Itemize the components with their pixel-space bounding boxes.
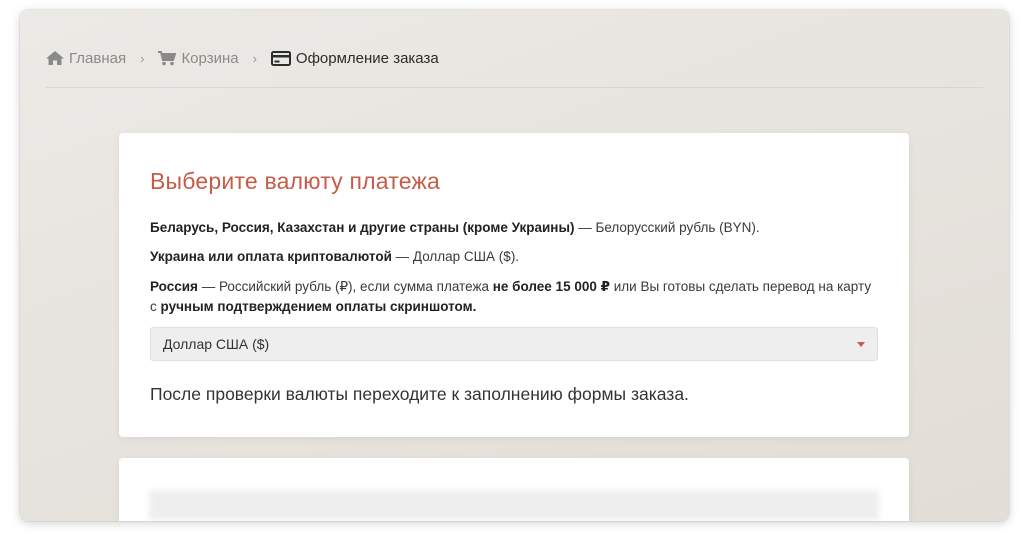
breadcrumb-cart-label: Корзина <box>181 49 239 67</box>
next-step-note: После проверки валюты переходите к запол… <box>150 384 689 404</box>
currency-text: — Доллар США ($). <box>391 249 520 264</box>
manual-confirmation: ручным подтверждением оплаты скриншотом. <box>160 299 477 314</box>
blurred-form-field <box>149 490 879 520</box>
currency-info-rub: Россия — Российский рубль (₽), если сумм… <box>150 277 881 317</box>
breadcrumb-checkout: Оформление заказа <box>270 49 439 67</box>
breadcrumb-home-label: Главная <box>69 49 127 67</box>
chevron-down-icon <box>857 341 865 347</box>
amount-limit: не более 15 000 ₽ <box>492 279 610 294</box>
currency-select[interactable]: Доллар США ($) <box>150 327 878 361</box>
region-label: Россия <box>150 279 198 294</box>
breadcrumb-cart-link[interactable]: Корзина <box>158 49 239 67</box>
currency-select-value: Доллар США ($) <box>163 336 270 352</box>
currency-text: — Российский рубль (₽), если сумма плате… <box>197 279 493 294</box>
region-label: Беларусь, Россия, Казахстан и другие стр… <box>150 220 575 235</box>
breadcrumb-checkout-label: Оформление заказа <box>295 49 439 67</box>
breadcrumb-separator: › <box>140 50 145 66</box>
currency-selection-card: Выберите валюту платежа Беларусь, Россия… <box>119 133 909 437</box>
browser-window: Главная › Корзина › Оформление заказа Вы… <box>20 10 1009 521</box>
order-form-card <box>119 458 909 521</box>
currency-info-byn: Беларусь, Россия, Казахстан и другие стр… <box>150 218 881 238</box>
credit-card-icon <box>270 50 291 66</box>
cart-icon <box>158 50 177 66</box>
card-title: Выберите валюту платежа <box>150 168 441 194</box>
breadcrumb-separator: › <box>252 50 257 66</box>
currency-text: — Белорусский рубль (BYN). <box>574 220 760 235</box>
currency-info-usd: Украина или оплата криптовалютой — Долла… <box>150 247 881 267</box>
breadcrumb: Главная › Корзина › Оформление заказа <box>46 46 439 70</box>
header-divider <box>46 87 983 88</box>
breadcrumb-home-link[interactable]: Главная <box>46 50 126 67</box>
region-label: Украина или оплата криптовалютой <box>150 249 392 264</box>
home-icon <box>46 51 64 65</box>
